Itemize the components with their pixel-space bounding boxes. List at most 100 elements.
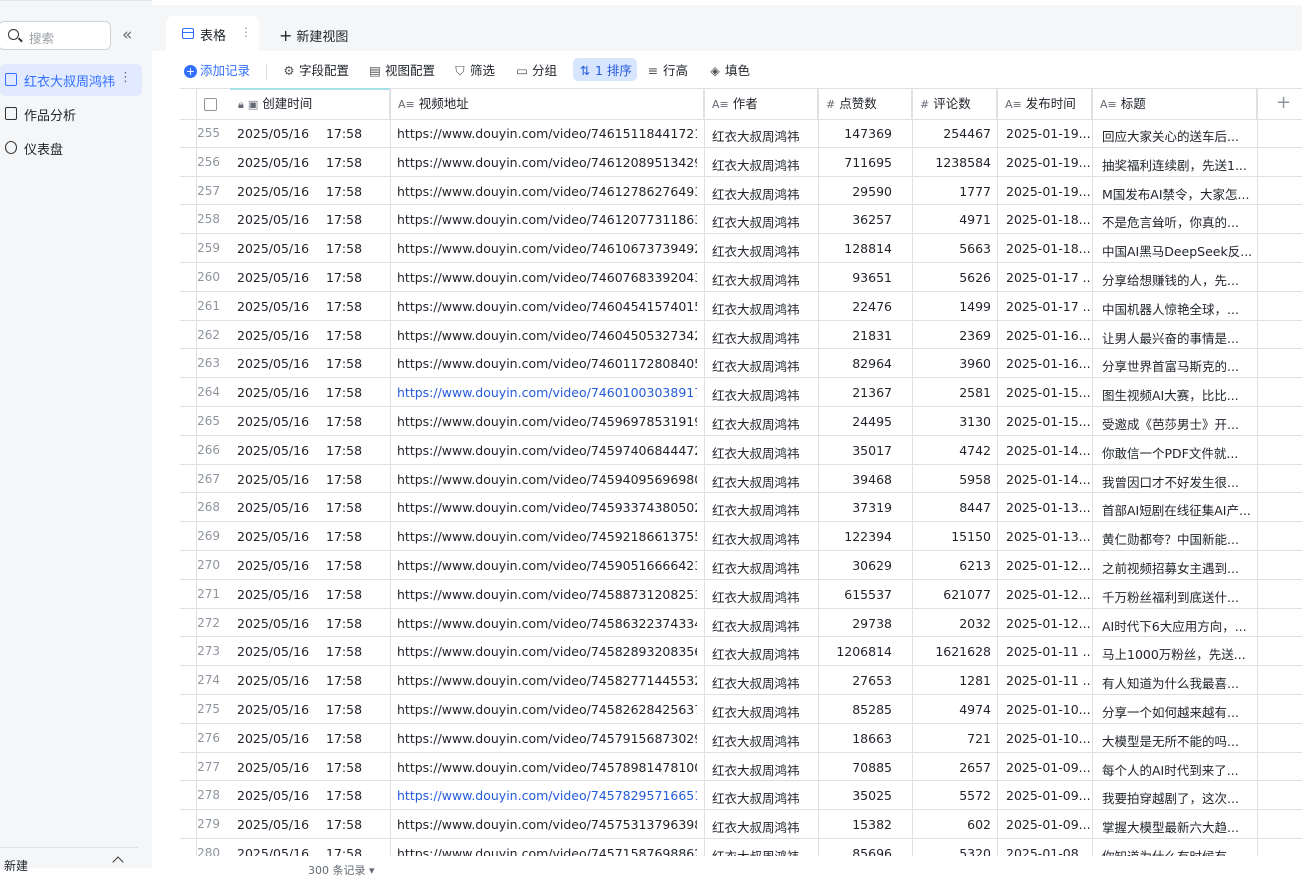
created-time-cell[interactable]: 17:58 — [326, 529, 362, 544]
column-header-publish-time[interactable]: A≡ 发布时间 — [997, 89, 1092, 120]
created-date-cell[interactable]: 2025/05/16 — [237, 817, 309, 832]
publish-time-cell[interactable]: 2025-01-12... — [1006, 616, 1092, 631]
video-url-cell[interactable]: https://www.douyin.com/video/74612089513… — [397, 155, 697, 170]
comments-cell[interactable]: 3960 — [902, 356, 991, 371]
created-time-cell[interactable]: 17:58 — [326, 788, 362, 803]
column-header-title[interactable]: A≡ 标题 — [1092, 89, 1257, 120]
row-height-button[interactable]: ≡ 行高 — [646, 60, 688, 79]
author-cell[interactable]: 红衣大叔周鸿祎 — [712, 328, 800, 347]
table-row[interactable]: 275 2025/05/16 17:58 https://www.douyin.com… — [180, 695, 1302, 724]
comments-cell[interactable]: 2032 — [902, 616, 991, 631]
comments-cell[interactable]: 1281 — [902, 673, 991, 688]
created-date-cell[interactable]: 2025/05/16 — [237, 270, 309, 285]
more-options-icon[interactable]: ⋮ — [119, 70, 132, 85]
comments-cell[interactable]: 3130 — [902, 414, 991, 429]
column-header-created-time[interactable]: 🔒︎ ▣ 创建时间 — [230, 89, 390, 120]
title-cell[interactable]: 我要拍穿越剧了，这次... — [1102, 788, 1252, 807]
title-cell[interactable]: 有人知道为什么我最喜... — [1102, 673, 1252, 692]
author-cell[interactable]: 红衣大叔周鸿祎 — [712, 673, 800, 692]
created-time-cell[interactable]: 17:58 — [326, 299, 362, 314]
created-date-cell[interactable]: 2025/05/16 — [237, 760, 309, 775]
table-row[interactable]: 269 2025/05/16 17:58 https://www.douyin.com… — [180, 522, 1302, 551]
comments-cell[interactable]: 4971 — [902, 212, 991, 227]
author-cell[interactable]: 红衣大叔周鸿祎 — [712, 760, 800, 779]
likes-cell[interactable]: 18663 — [816, 731, 892, 746]
fill-color-button[interactable]: ◈ 填色 — [708, 60, 750, 79]
sidebar-item-works-analysis[interactable]: 作品分析 — [0, 98, 142, 130]
created-time-cell[interactable]: 17:58 — [326, 500, 362, 515]
created-date-cell[interactable]: 2025/05/16 — [237, 788, 309, 803]
title-cell[interactable]: 黄仁勋都夸？中国新能... — [1102, 529, 1252, 548]
created-date-cell[interactable]: 2025/05/16 — [237, 472, 309, 487]
publish-time-cell[interactable]: 2025-01-17 ... — [1006, 299, 1092, 314]
video-url-cell[interactable]: https://www.douyin.com/video/74604505327… — [397, 328, 697, 343]
author-cell[interactable]: 红衣大叔周鸿祎 — [712, 184, 800, 203]
video-url-cell[interactable]: https://www.douyin.com/video/74593374380… — [397, 500, 697, 515]
likes-cell[interactable]: 128814 — [816, 241, 892, 256]
publish-time-cell[interactable]: 2025-01-11 ... — [1006, 673, 1092, 688]
publish-time-cell[interactable]: 2025-01-14... — [1006, 472, 1092, 487]
table-row[interactable]: 278 2025/05/16 17:58 https://www.douyin.com… — [180, 781, 1302, 811]
publish-time-cell[interactable]: 2025-01-15... — [1006, 385, 1092, 400]
title-cell[interactable]: 不是危言耸听，你真的... — [1102, 212, 1252, 231]
video-url-cell[interactable]: https://www.douyin.com/video/74601003038… — [397, 385, 697, 400]
table-row[interactable]: 264 2025/05/16 17:58 https://www.douyin.com… — [180, 378, 1302, 407]
field-config-button[interactable]: ⚙ 字段配置 — [282, 60, 349, 79]
publish-time-cell[interactable]: 2025-01-19... — [1006, 126, 1092, 141]
created-date-cell[interactable]: 2025/05/16 — [237, 385, 309, 400]
created-time-cell[interactable]: 17:58 — [326, 702, 362, 717]
chevron-up-icon[interactable] — [112, 856, 124, 868]
author-cell[interactable]: 红衣大叔周鸿祎 — [712, 587, 800, 606]
column-header-likes[interactable]: # 点赞数 — [818, 89, 912, 120]
likes-cell[interactable]: 147369 — [816, 126, 892, 141]
table-row[interactable]: 266 2025/05/16 17:58 https://www.douyin.com… — [180, 436, 1302, 465]
created-time-cell[interactable]: 17:58 — [326, 472, 362, 487]
author-cell[interactable]: 红衣大叔周鸿祎 — [712, 241, 800, 260]
publish-time-cell[interactable]: 2025-01-13... — [1006, 500, 1092, 515]
publish-time-cell[interactable]: 2025-01-12... — [1006, 587, 1092, 602]
created-date-cell[interactable]: 2025/05/16 — [237, 241, 309, 256]
comments-cell[interactable]: 5572 — [902, 788, 991, 803]
collapse-sidebar-icon[interactable]: « — [122, 25, 132, 45]
author-cell[interactable]: 红衣大叔周鸿祎 — [712, 472, 800, 491]
table-row[interactable]: 257 2025/05/16 17:58 https://www.douyin.com… — [180, 177, 1302, 206]
publish-time-cell[interactable]: 2025-01-09... — [1006, 760, 1092, 775]
title-cell[interactable]: 回应大家关心的送车后... — [1102, 126, 1252, 145]
title-cell[interactable]: 马上1000万粉丝，先送... — [1102, 644, 1252, 663]
comments-cell[interactable]: 2369 — [902, 328, 991, 343]
search-input[interactable]: 搜索 — [0, 21, 111, 50]
likes-cell[interactable]: 30629 — [816, 558, 892, 573]
table-row[interactable]: 265 2025/05/16 17:58 https://www.douyin.com… — [180, 407, 1302, 436]
created-time-cell[interactable]: 17:58 — [326, 270, 362, 285]
table-row[interactable]: 255 2025/05/16 17:58 https://www.douyin.com… — [180, 119, 1302, 148]
title-cell[interactable]: 每个人的AI时代到来了... — [1102, 760, 1252, 779]
created-time-cell[interactable]: 17:58 — [326, 587, 362, 602]
publish-time-cell[interactable]: 2025-01-14... — [1006, 443, 1092, 458]
likes-cell[interactable]: 36257 — [816, 212, 892, 227]
created-date-cell[interactable]: 2025/05/16 — [237, 644, 309, 659]
created-date-cell[interactable]: 2025/05/16 — [237, 212, 309, 227]
comments-cell[interactable]: 1499 — [902, 299, 991, 314]
comments-cell[interactable]: 6213 — [902, 558, 991, 573]
comments-cell[interactable]: 1238584 — [902, 155, 991, 170]
created-time-cell[interactable]: 17:58 — [326, 414, 362, 429]
video-url-cell[interactable]: https://www.douyin.com/video/74604541574… — [397, 299, 697, 314]
created-date-cell[interactable]: 2025/05/16 — [237, 356, 309, 371]
likes-cell[interactable]: 21831 — [816, 328, 892, 343]
created-date-cell[interactable]: 2025/05/16 — [237, 558, 309, 573]
title-cell[interactable]: 中国AI黑马DeepSeek反... — [1102, 241, 1252, 260]
author-cell[interactable]: 红衣大叔周鸿祎 — [712, 558, 800, 577]
table-row[interactable]: 268 2025/05/16 17:58 https://www.douyin.com… — [180, 493, 1302, 523]
likes-cell[interactable]: 29590 — [816, 184, 892, 199]
author-cell[interactable]: 红衣大叔周鸿祎 — [712, 500, 800, 519]
likes-cell[interactable]: 37319 — [816, 500, 892, 515]
comments-cell[interactable]: 4974 — [902, 702, 991, 717]
created-date-cell[interactable]: 2025/05/16 — [237, 673, 309, 688]
author-cell[interactable]: 红衣大叔周鸿祎 — [712, 299, 800, 318]
select-all-checkbox[interactable] — [204, 98, 217, 111]
comments-cell[interactable]: 2581 — [902, 385, 991, 400]
created-time-cell[interactable]: 17:58 — [326, 616, 362, 631]
video-url-cell[interactable]: https://www.douyin.com/video/74590516666… — [397, 558, 697, 573]
publish-time-cell[interactable]: 2025-01-09... — [1006, 788, 1092, 803]
publish-time-cell[interactable]: 2025-01-12... — [1006, 558, 1092, 573]
